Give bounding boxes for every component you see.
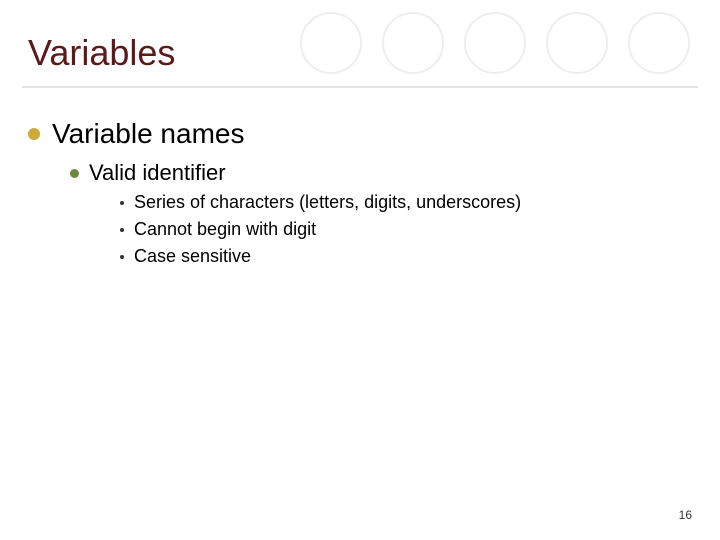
bullet-level1-text: Variable names	[52, 118, 244, 150]
bullet-dot-l3-icon	[120, 255, 124, 259]
decorative-circle	[628, 12, 690, 74]
bullet-level3: Cannot begin with digit	[120, 219, 680, 240]
slide: Variables Variable names Valid identifie…	[0, 0, 720, 540]
bullet-level2: Valid identifier	[70, 160, 680, 186]
bullet-dot-l3-icon	[120, 228, 124, 232]
decorative-circle	[546, 12, 608, 74]
bullet-level3: Series of characters (letters, digits, u…	[120, 192, 680, 213]
slide-title: Variables	[28, 32, 175, 74]
bullet-dot-l3-icon	[120, 201, 124, 205]
bullet-dot-l1-icon	[28, 128, 40, 140]
bullet-level1: Variable names	[28, 118, 680, 150]
decorative-circle	[300, 12, 362, 74]
decorative-circle	[464, 12, 526, 74]
bullet-level2-text: Valid identifier	[89, 160, 226, 186]
decorative-circle-row	[300, 12, 690, 74]
bullet-level3: Case sensitive	[120, 246, 680, 267]
slide-body: Variable names Valid identifier Series o…	[28, 110, 680, 269]
bullet-dot-l2-icon	[70, 169, 79, 178]
bullet-level3-text: Series of characters (letters, digits, u…	[134, 192, 521, 213]
decorative-circle	[382, 12, 444, 74]
page-number: 16	[679, 508, 692, 522]
title-underline	[22, 86, 698, 88]
bullet-level3-text: Cannot begin with digit	[134, 219, 316, 240]
bullet-level3-text: Case sensitive	[134, 246, 251, 267]
